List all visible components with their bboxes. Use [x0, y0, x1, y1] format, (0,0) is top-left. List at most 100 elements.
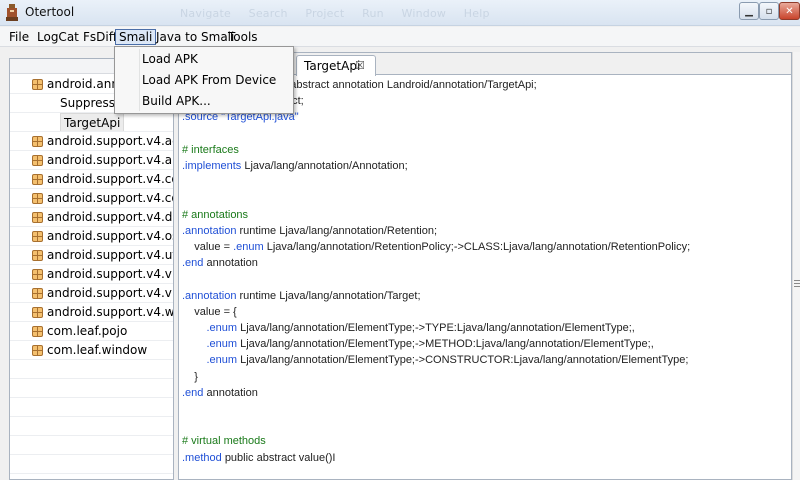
code-token: .enum: [206, 338, 241, 351]
package-icon: [32, 136, 43, 147]
package-icon: [32, 193, 43, 204]
tree-row-empty: [10, 455, 173, 474]
tree-row-label: android.support.v4.view: [47, 286, 173, 300]
package-tree[interactable]: android.annotation SuppressLint TargetApi a…: [9, 58, 174, 480]
code-token: Ljava/lang/annotation/ElementType;->METH…: [240, 338, 654, 351]
vertical-scrollbar[interactable]: [792, 52, 800, 480]
package-icon: [32, 212, 43, 223]
code-token: Ljava/lang/annotation/Annotation;: [244, 160, 408, 172]
menu-fsdiff[interactable]: FsDiff: [80, 29, 120, 45]
ghost-menu-item: Search: [248, 7, 288, 20]
tree-row[interactable]: android.support.v4.content.pm: [10, 189, 173, 208]
code-token: .enum: [206, 354, 241, 367]
minimize-button[interactable]: ▁: [739, 2, 759, 20]
code-token: .end: [182, 386, 207, 399]
code-token: # virtual methods: [182, 435, 266, 448]
menu-item-build-apk[interactable]: Build APK...: [142, 92, 211, 110]
code-token: .enum: [233, 241, 267, 253]
menu-logcat[interactable]: LogCat: [34, 29, 82, 45]
code-line: .enum Ljava/lang/annotation/ElementType;…: [182, 320, 634, 336]
tree-row[interactable]: android.support.v4.content: [10, 170, 173, 189]
code-line: .implements Ljava/lang/annotation/Annota…: [182, 158, 408, 174]
tree-row[interactable]: android.support.v4.database: [10, 208, 173, 227]
close-icon: ✕: [785, 5, 794, 17]
tab-label: TargetApi: [304, 59, 361, 73]
package-icon: [32, 231, 43, 242]
tree-row[interactable]: TargetApi: [10, 113, 173, 132]
dropdown-gutter: [139, 49, 140, 111]
close-button[interactable]: ✕: [779, 2, 800, 20]
package-icon: [32, 250, 43, 261]
tree-row-empty: [10, 360, 173, 379]
menu-item-load-apk[interactable]: Load APK: [142, 50, 198, 68]
code-token: runtime Ljava/lang/annotation/Target;: [239, 289, 421, 302]
app-icon: [6, 4, 18, 21]
app-window: Otertool Navigate Search Project Run Win…: [0, 0, 800, 480]
tree-row-label: android.support.v4.database: [47, 210, 173, 224]
tree-row-label: android.support.v4.app: [47, 153, 173, 167]
tree-row-empty: [10, 417, 173, 436]
tree-row-empty: [10, 379, 173, 398]
ghost-menu: Navigate Search Project Run Window Help: [180, 7, 504, 20]
code-token: }: [182, 370, 198, 383]
tree-row-empty: [10, 474, 173, 479]
code-token: # annotations: [182, 208, 249, 221]
tree-row-label: android.support.v4.util: [47, 248, 173, 262]
scroll-grip-icon[interactable]: [794, 278, 800, 288]
tree-row-label: android.support.v4.os: [47, 229, 173, 243]
code-line: # interfaces: [182, 142, 239, 158]
code-line: }: [182, 369, 198, 385]
code-line: .enum Ljava/lang/annotation/ElementType;…: [182, 352, 688, 368]
tree-row[interactable]: android.support.v4.widget: [10, 303, 173, 322]
code-token: .end: [182, 257, 207, 270]
tree-row-label: android.support.v4.content: [47, 172, 173, 186]
tree-row[interactable]: com.leaf.pojo: [10, 322, 173, 341]
window-title: Otertool: [25, 5, 75, 19]
code-line: .end annotation: [182, 385, 258, 401]
code-line: .annotation runtime Ljava/lang/annotatio…: [182, 223, 437, 239]
tree-row-label: android.support.v4.content.pm: [47, 191, 173, 205]
tree-row-label: android.support.v4.accessibility: [47, 134, 173, 148]
code-line: .annotation runtime Ljava/lang/annotatio…: [182, 288, 421, 304]
tree-row-empty: [10, 436, 173, 455]
menu-smali[interactable]: Smali: [115, 29, 157, 45]
ghost-menu-item: Window: [401, 7, 447, 20]
menu-file[interactable]: File: [6, 29, 32, 45]
package-icon: [32, 326, 43, 337]
code-editor[interactable]: TargetApi ☒ .class public interface abst…: [178, 52, 792, 480]
tab-targetapi[interactable]: TargetApi ☒: [296, 55, 376, 76]
tree-row[interactable]: com.leaf.window: [10, 341, 173, 360]
tab-close-icon[interactable]: ☒: [355, 59, 365, 72]
code-token: annotation: [206, 386, 258, 399]
code-token: .annotation: [182, 224, 240, 237]
tree-row[interactable]: android.support.v4.view.accessibility: [10, 265, 173, 284]
menu-tools[interactable]: Tools: [225, 29, 261, 45]
package-icon: [32, 155, 43, 166]
title-bar[interactable]: Otertool Navigate Search Project Run Win…: [0, 0, 800, 26]
code-token: public abstract value()I: [224, 451, 336, 464]
code-token: .enum: [206, 322, 241, 334]
tree-row-label: TargetApi: [60, 113, 125, 131]
code-line: # virtual methods: [182, 433, 266, 449]
tree-row[interactable]: android.support.v4.app: [10, 151, 173, 170]
tree-row[interactable]: android.support.v4.view: [10, 284, 173, 303]
tree-row-empty: [10, 398, 173, 417]
code-token: .implements: [182, 160, 245, 172]
package-icon: [32, 307, 43, 318]
maximize-button[interactable]: ▫: [759, 2, 779, 20]
code-token: value = {: [182, 305, 237, 318]
ghost-menu-item: Help: [463, 7, 490, 20]
package-icon: [32, 174, 43, 185]
code-line: .method public abstract value()I: [182, 450, 335, 466]
code-line: # annotations: [182, 207, 248, 223]
tree-row[interactable]: android.support.v4.util: [10, 246, 173, 265]
tree-row[interactable]: android.support.v4.accessibility: [10, 132, 173, 151]
code-area[interactable]: .class public interface abstract annotat…: [182, 77, 782, 477]
tree-row[interactable]: android.support.v4.os: [10, 227, 173, 246]
ghost-menu-item: Run: [362, 7, 384, 20]
menu-item-load-apk-from-device[interactable]: Load APK From Device: [142, 71, 276, 89]
code-line: .end annotation: [182, 255, 258, 271]
